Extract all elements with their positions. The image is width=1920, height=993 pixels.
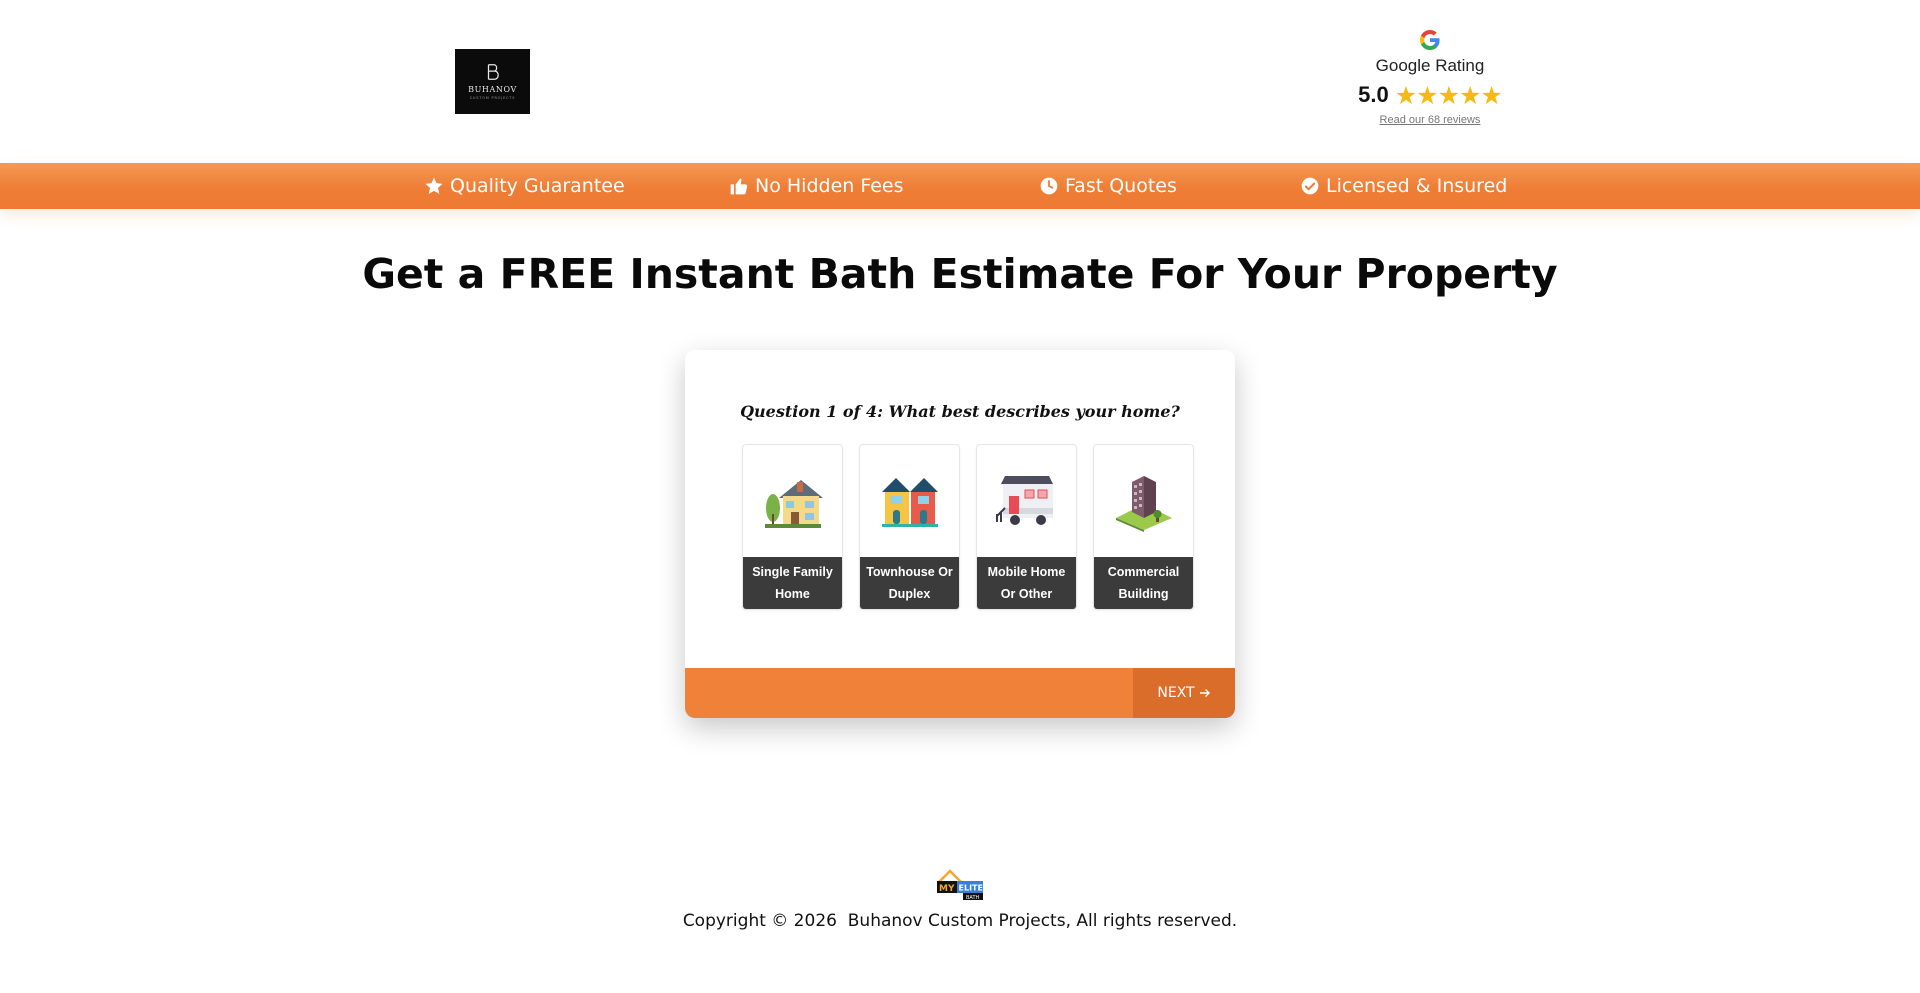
option-image bbox=[1094, 445, 1193, 555]
option-label: Single Family Home bbox=[743, 557, 842, 609]
read-reviews-link[interactable]: Read our 68 reviews bbox=[1340, 114, 1520, 126]
thumbs-up-icon bbox=[730, 178, 748, 195]
commercial-building-icon bbox=[1115, 476, 1172, 532]
logo-my-text: MY bbox=[939, 884, 955, 894]
next-button[interactable]: NEXT bbox=[1133, 668, 1235, 718]
benefit-no-hidden-fees: No Hidden Fees bbox=[729, 163, 904, 209]
clock-icon bbox=[1040, 177, 1058, 195]
benefit-label: Licensed & Insured bbox=[1326, 175, 1508, 197]
rating-label: Google Rating bbox=[1375, 56, 1485, 75]
rating-stars-icon: ★★★★★ bbox=[1394, 80, 1503, 110]
logo-bath-text: BATH bbox=[966, 895, 980, 901]
option-townhouse-or-duplex[interactable]: Townhouse Or Duplex bbox=[859, 444, 960, 610]
logo-monogram-icon bbox=[487, 64, 499, 80]
option-image bbox=[743, 445, 842, 555]
option-image bbox=[860, 445, 959, 555]
page-title: Get a FREE Instant Bath Estimate For You… bbox=[362, 250, 1558, 298]
copyright-text: Copyright © 2026 Buhanov Custom Projects… bbox=[682, 911, 1238, 931]
my-elite-bath-logo: MY ELITE BATH bbox=[937, 869, 983, 901]
option-single-family-home[interactable]: Single Family Home bbox=[742, 444, 843, 610]
arrow-right-icon bbox=[1199, 689, 1210, 697]
home-type-options: Single Family Home Townhouse Or Duplex M… bbox=[742, 444, 1197, 610]
benefit-quality-guarantee: Quality Guarantee bbox=[424, 163, 625, 209]
option-commercial-building[interactable]: Commercial Building bbox=[1093, 444, 1194, 610]
quiz-footer: NEXT bbox=[685, 668, 1235, 718]
option-label: Mobile Home Or Other bbox=[977, 557, 1076, 609]
mobile-home-icon bbox=[995, 476, 1053, 525]
benefit-label: Fast Quotes bbox=[1065, 175, 1177, 197]
company-logo[interactable]: BUHANOV CUSTOM PROJECTS bbox=[455, 49, 530, 114]
google-rating: Google Rating 5.0 ★★★★★ Read our 68 revi… bbox=[1340, 26, 1520, 132]
star-icon bbox=[425, 177, 443, 194]
logo-subtitle: CUSTOM PROJECTS bbox=[469, 96, 516, 100]
single-family-house-icon bbox=[764, 480, 823, 528]
townhouse-icon bbox=[881, 478, 938, 527]
site-header: BUHANOV CUSTOM PROJECTS Google Rating 5.… bbox=[0, 0, 1920, 163]
quiz-question: Question 1 of 4: What best describes you… bbox=[740, 402, 1180, 421]
rating-score: 5.0 bbox=[1358, 82, 1389, 107]
option-mobile-home-or-other[interactable]: Mobile Home Or Other bbox=[976, 444, 1077, 610]
logo-name: BUHANOV bbox=[468, 85, 517, 94]
benefit-label: Quality Guarantee bbox=[450, 175, 625, 197]
check-circle-icon bbox=[1301, 177, 1319, 195]
estimate-quiz-card: Question 1 of 4: What best describes you… bbox=[685, 350, 1235, 718]
google-icon bbox=[1420, 30, 1440, 50]
rating-row: 5.0 ★★★★★ bbox=[1340, 82, 1520, 108]
option-label: Townhouse Or Duplex bbox=[860, 557, 959, 609]
benefit-label: No Hidden Fees bbox=[755, 175, 904, 197]
option-image bbox=[977, 445, 1076, 555]
benefits-bar: Quality Guarantee No Hidden Fees Fast Qu… bbox=[0, 163, 1920, 209]
benefit-fast-quotes: Fast Quotes bbox=[1039, 163, 1177, 209]
benefit-licensed-insured: Licensed & Insured bbox=[1300, 163, 1507, 209]
logo-elite-text: ELITE bbox=[959, 884, 983, 893]
next-label: NEXT bbox=[1157, 685, 1195, 701]
option-label: Commercial Building bbox=[1094, 557, 1193, 609]
